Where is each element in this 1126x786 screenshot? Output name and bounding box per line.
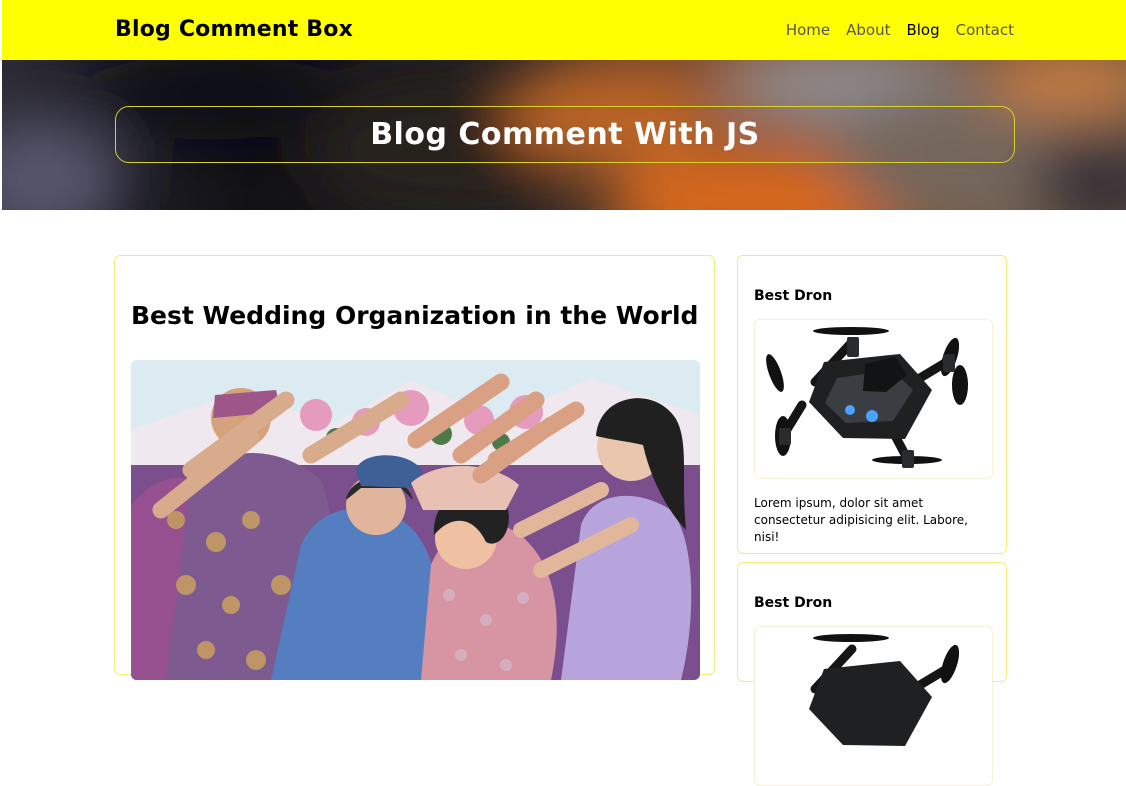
main-nav: Home About Blog Contact [786, 21, 1014, 39]
drone-photo [754, 319, 993, 479]
wedding-photo-illustration [131, 360, 700, 680]
sidebar-card-title: Best Dron [754, 595, 833, 611]
nav-blog[interactable]: Blog [906, 21, 939, 39]
sidebar-card-text: Lorem ipsum, dolor sit amet consectetur … [754, 496, 968, 544]
hero-title: Blog Comment With JS [370, 117, 760, 152]
site-brand[interactable]: Blog Comment Box [115, 17, 353, 42]
nav-home[interactable]: Home [786, 21, 830, 39]
hero-title-box: Blog Comment With JS [115, 106, 1015, 163]
hero-banner: Blog Comment With JS [2, 60, 1126, 210]
wedding-photo [131, 360, 700, 680]
nav-contact[interactable]: Contact [956, 21, 1014, 39]
sidebar-card-2: Best Dron [737, 562, 1007, 786]
drone-illustration [755, 320, 992, 478]
navbar: Blog Comment Box Home About Blog Contact [2, 0, 1126, 60]
nav-about[interactable]: About [846, 21, 890, 39]
post-title: Best Wedding Organization in the World [131, 301, 699, 330]
sidebar-card-title: Best Dron [754, 288, 833, 304]
drone-photo [754, 626, 993, 786]
sidebar-card-1: Best Dron Lorem ipsum, dolor sit amet co… [737, 255, 1007, 554]
drone-illustration [755, 627, 992, 785]
blog-post-card: Best Wedding Organization in the World [114, 255, 715, 680]
